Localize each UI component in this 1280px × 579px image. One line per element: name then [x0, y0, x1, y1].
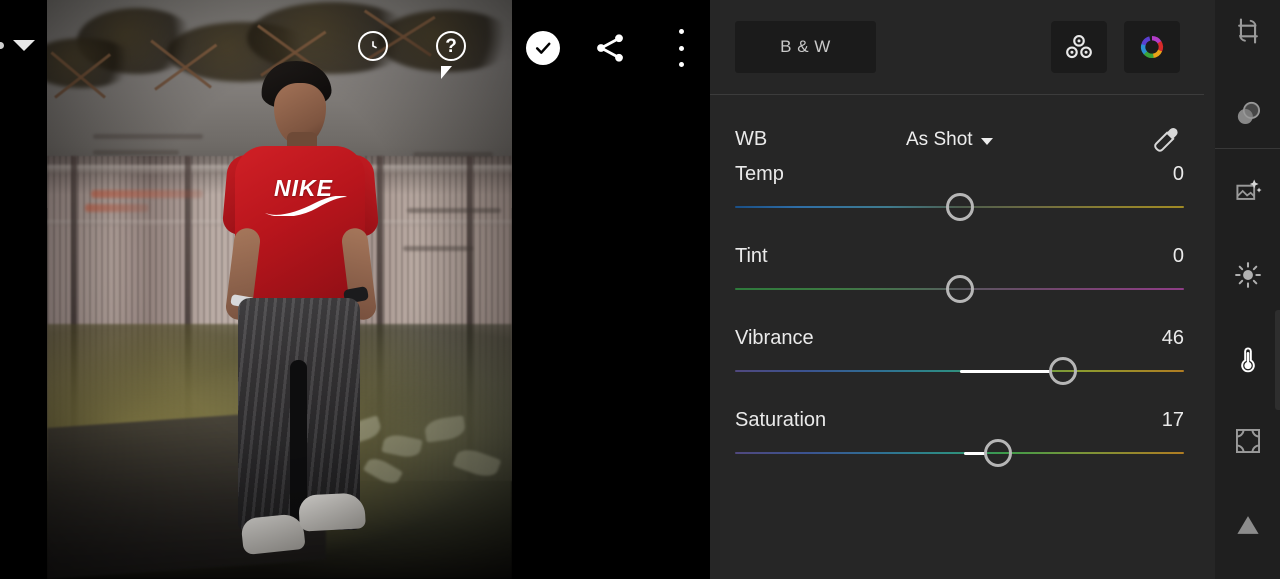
eyedropper-icon[interactable]	[1150, 125, 1180, 157]
sidebar-item-effects[interactable]	[1215, 410, 1280, 476]
triangle-pointer-icon	[441, 66, 452, 79]
color-mix-icon[interactable]	[1051, 21, 1107, 73]
photo-vignette	[47, 0, 512, 579]
healing-blend-icon	[1233, 98, 1263, 133]
slider-thumb[interactable]	[945, 275, 974, 303]
dot	[678, 29, 684, 34]
white-balance-row: WB As Shot	[710, 117, 1215, 163]
slider-label: Temp	[735, 163, 784, 185]
color-edit-panel: B & W WB As Shot Temp 0 Tint 0 Vibrance …	[710, 0, 1215, 579]
dot	[678, 45, 684, 51]
color-thermometer-icon	[1233, 344, 1263, 379]
app-root: NIKE	[0, 0, 1280, 579]
slider-vibrance[interactable]: Vibrance 46	[710, 327, 1215, 409]
chevron-down-icon[interactable]	[13, 40, 35, 51]
active-panel-indicator	[1275, 310, 1280, 410]
wb-label: WB	[735, 128, 768, 150]
slider-fill	[963, 452, 986, 455]
left-rail	[0, 0, 47, 579]
photo-image: NIKE	[47, 0, 512, 579]
slider-value: 46	[1161, 327, 1184, 349]
sidebar-divider	[1215, 148, 1280, 149]
slider-value: 17	[1161, 409, 1184, 431]
sidebar-item-healing[interactable]	[1215, 82, 1280, 148]
light-sun-icon	[1233, 260, 1263, 295]
crop-rotate-icon	[1233, 16, 1263, 51]
slider-temp[interactable]: Temp 0	[710, 163, 1215, 245]
tool-sidebar	[1215, 0, 1280, 579]
history-clock-icon[interactable]	[358, 31, 388, 61]
wb-preset-dropdown[interactable]: As Shot	[906, 129, 993, 151]
chevron-down-icon	[980, 138, 993, 145]
auto-enhance-icon	[1233, 176, 1263, 211]
rail-edge-marker	[0, 42, 4, 49]
sidebar-item-auto[interactable]	[1215, 160, 1280, 226]
slider-thumb[interactable]	[983, 439, 1012, 467]
panel-header: B & W	[710, 0, 1215, 95]
slider-thumb[interactable]	[945, 193, 974, 221]
triangle-icon	[1233, 510, 1263, 545]
sidebar-item-color[interactable]	[1215, 328, 1280, 394]
sidebar-item-crop[interactable]	[1215, 0, 1280, 66]
slider-label: Tint	[735, 245, 768, 267]
slider-tint[interactable]: Tint 0	[710, 245, 1215, 327]
sidebar-item-light[interactable]	[1215, 244, 1280, 310]
slider-label: Vibrance	[735, 327, 814, 349]
help-question-icon[interactable]: ?	[436, 31, 466, 61]
check-circle-icon[interactable]	[526, 31, 560, 65]
slider-saturation[interactable]: Saturation 17	[710, 409, 1215, 491]
wb-preset-value: As Shot	[906, 129, 973, 150]
slider-thumb[interactable]	[1048, 357, 1077, 385]
more-vertical-icon[interactable]	[670, 29, 692, 67]
header-divider	[710, 94, 1204, 95]
slider-value: 0	[1172, 245, 1184, 267]
share-icon[interactable]	[592, 30, 628, 66]
photo-stage[interactable]: NIKE	[47, 0, 512, 579]
slider-value: 0	[1172, 163, 1184, 185]
slider-track[interactable]	[735, 452, 1184, 454]
sidebar-item-optics[interactable]	[1215, 494, 1280, 560]
bw-toggle-button[interactable]: B & W	[735, 21, 876, 73]
slider-fill	[959, 370, 1051, 373]
photo-toolbar	[512, 0, 710, 95]
vignette-frame-icon	[1233, 426, 1263, 461]
color-wheel-icon[interactable]	[1124, 21, 1180, 73]
dot	[678, 62, 684, 67]
slider-label: Saturation	[735, 409, 827, 431]
